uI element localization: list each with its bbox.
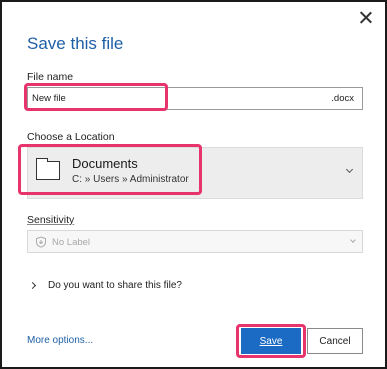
shield-icon [36, 236, 46, 248]
save-button-label: Save [259, 335, 283, 347]
more-options-link[interactable]: More options... [27, 335, 93, 346]
chevron-down-icon [348, 237, 358, 247]
close-icon[interactable] [356, 8, 376, 28]
sensitivity-value: No Label [52, 237, 91, 248]
folder-icon [35, 158, 60, 180]
share-question: Do you want to share this file? [48, 280, 182, 291]
sensitivity-label: Sensitivity [27, 214, 74, 226]
file-name-input[interactable] [32, 91, 242, 106]
chevron-right-icon [28, 281, 37, 290]
location-path: C: » Users » Administrator [72, 174, 189, 185]
save-button[interactable]: Save [241, 328, 301, 354]
location-dropdown[interactable]: Documents C: » Users » Administrator [27, 147, 363, 199]
dialog-title: Save this file [27, 34, 124, 53]
file-name-field[interactable]: .docx [27, 87, 363, 110]
location-label: Choose a Location [27, 131, 115, 143]
file-name-label: File name [27, 71, 74, 83]
share-expander[interactable]: Do you want to share this file? [28, 279, 280, 293]
cancel-button[interactable]: Cancel [307, 328, 363, 354]
sensitivity-dropdown: No Label [27, 230, 363, 253]
chevron-down-icon[interactable] [344, 165, 356, 177]
save-dialog: Save this file File name .docx Choose a … [0, 0, 387, 369]
file-extension: .docx [331, 93, 354, 104]
location-name: Documents [72, 156, 138, 171]
sensitivity-label-text: Sensitivity [27, 214, 75, 226]
